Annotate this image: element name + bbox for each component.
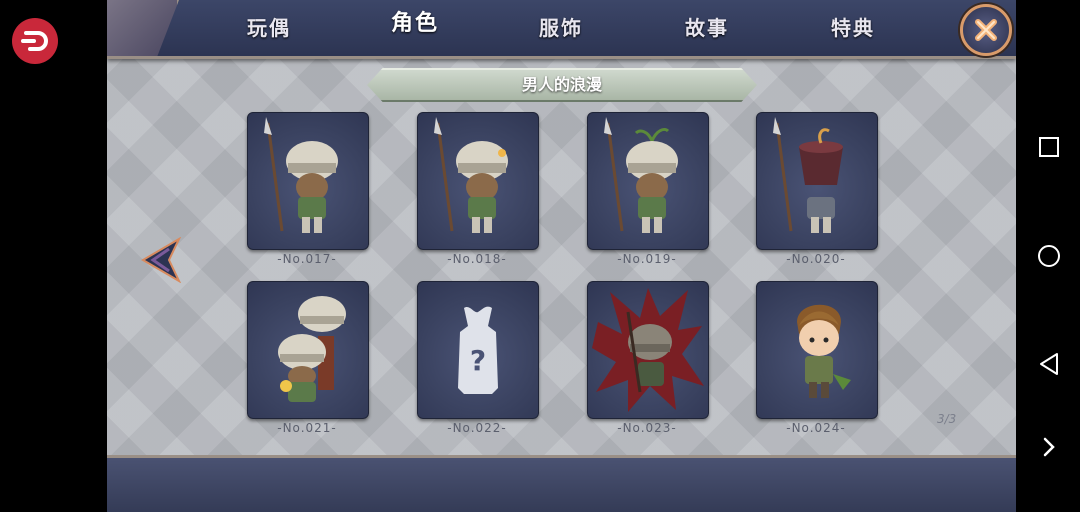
- armored-soldier-sprout-icon: [604, 117, 678, 233]
- prev-page-button[interactable]: [139, 236, 182, 284]
- arrow-left-icon: [141, 236, 182, 284]
- tab-stories[interactable]: 故事: [657, 10, 757, 46]
- card-number-label: -No.021-: [277, 421, 337, 435]
- brown-haired-boy-icon: [797, 304, 851, 398]
- red-aura-soldier-icon: [592, 288, 704, 412]
- card-number-label: -No.020-: [786, 252, 846, 266]
- section-title: 男人的浪漫: [367, 68, 757, 102]
- tab-bar: 玩偶 角色 服饰 故事 特典: [107, 0, 1016, 59]
- ornament-corner: [107, 0, 179, 56]
- armored-soldier-flower-icon: [434, 117, 508, 233]
- circle-icon: [1038, 245, 1060, 267]
- character-card[interactable]: [587, 281, 709, 419]
- card-number-label: -No.018-: [447, 252, 507, 266]
- tab-characters[interactable]: 角色: [365, 6, 465, 42]
- armored-soldier-icon: [264, 117, 338, 233]
- page-indicator: 3/3: [937, 412, 957, 426]
- card-number-label: -No.022-: [447, 421, 507, 435]
- tab-extras[interactable]: 特典: [803, 10, 903, 46]
- card-number-label: -No.023-: [617, 421, 677, 435]
- character-card[interactable]: [587, 112, 709, 250]
- character-card-locked[interactable]: ?: [417, 281, 539, 419]
- square-icon: [1039, 137, 1059, 157]
- character-card[interactable]: [756, 281, 878, 419]
- character-card[interactable]: [247, 112, 369, 250]
- locked-mystery-icon: ?: [458, 306, 498, 394]
- chevron-right-icon: [1043, 437, 1055, 457]
- expand-nav-button[interactable]: [1030, 428, 1068, 466]
- two-soldiers-icon: [278, 296, 346, 402]
- pot-helmet-soldier-icon: [773, 117, 843, 233]
- triangle-back-icon: [1040, 353, 1058, 375]
- bottom-bar: [107, 455, 1016, 512]
- card-number-label: -No.019-: [617, 252, 677, 266]
- card-number-label: -No.017-: [277, 252, 337, 266]
- character-card[interactable]: [417, 112, 539, 250]
- app-logo-icon[interactable]: [12, 18, 58, 64]
- home-button[interactable]: [1030, 237, 1068, 275]
- game-stage: 玩偶 角色 服饰 故事 特典 男人的浪漫 -No.017- -No.018- -…: [107, 0, 1016, 512]
- character-card[interactable]: [247, 281, 369, 419]
- close-button[interactable]: [960, 4, 1012, 56]
- tab-costumes[interactable]: 服饰: [511, 10, 611, 46]
- svg-text:?: ?: [470, 344, 486, 377]
- character-card[interactable]: [756, 112, 878, 250]
- close-icon: [975, 19, 997, 41]
- back-button[interactable]: [1030, 345, 1068, 383]
- tab-dolls[interactable]: 玩偶: [219, 10, 319, 46]
- card-number-label: -No.024-: [786, 421, 846, 435]
- recent-apps-button[interactable]: [1030, 128, 1068, 166]
